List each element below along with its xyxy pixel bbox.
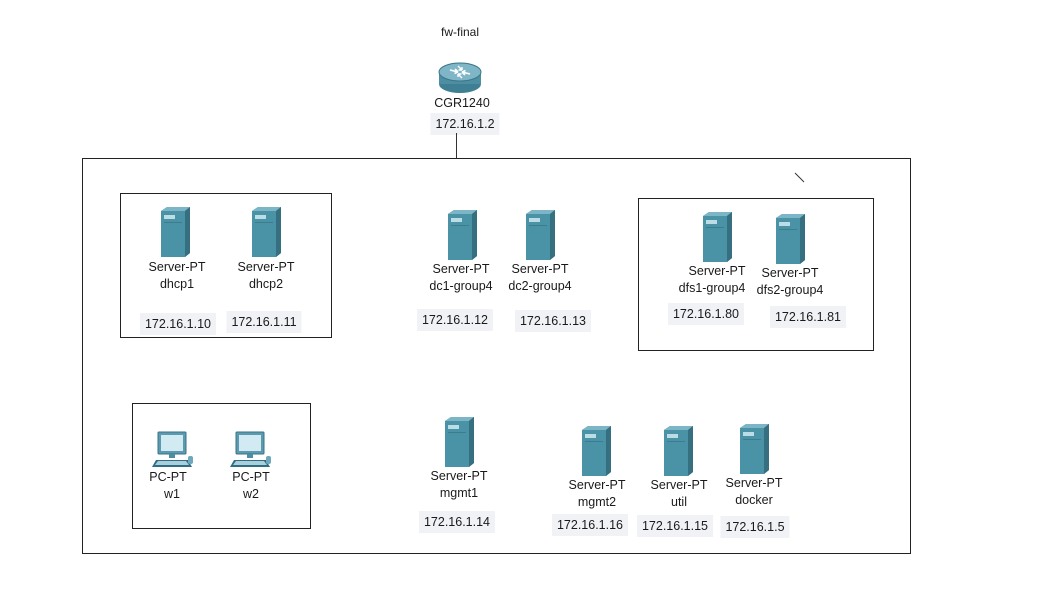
router-cgr1240[interactable]	[436, 60, 484, 96]
server-name-label: dc1-group4	[429, 279, 493, 293]
server-type-label: Server-PT	[761, 266, 819, 280]
server-type-label: Server-PT	[650, 478, 708, 492]
pc-w1[interactable]	[152, 431, 194, 469]
server-icon	[582, 426, 611, 476]
pc-type-label: PC-PT	[232, 470, 270, 484]
server-ip-label: 172.16.1.80	[667, 303, 745, 325]
server-icon	[161, 207, 190, 257]
server-name-label: util	[671, 495, 687, 509]
server-type-label: Server-PT	[511, 262, 569, 276]
server-ip-label: 172.16.1.14	[418, 511, 496, 533]
server-dc1[interactable]	[446, 209, 478, 261]
server-icon	[526, 210, 555, 260]
server-name-label: docker	[735, 493, 773, 507]
pc-icon	[230, 431, 271, 467]
server-ip-label: 172.16.1.15	[636, 515, 714, 537]
server-util[interactable]	[662, 425, 694, 477]
dfs-group-box[interactable]	[638, 198, 874, 351]
router-model-label: CGR1240	[434, 96, 490, 110]
server-name-label: dhcp2	[248, 277, 284, 291]
diagonal-mark	[794, 172, 805, 183]
server-name-label: mgmt1	[439, 486, 479, 500]
server-type-label: Server-PT	[688, 264, 746, 278]
server-type-label: Server-PT	[432, 262, 490, 276]
server-name-label: dfs1-group4	[678, 281, 746, 295]
server-ip-label: 172.16.1.10	[139, 313, 217, 335]
server-name-label: dhcp1	[159, 277, 195, 291]
router-icon	[438, 62, 482, 93]
server-icon	[448, 210, 477, 260]
server-docker[interactable]	[738, 423, 770, 475]
server-ip-label: 172.16.1.12	[416, 309, 494, 331]
server-dc2[interactable]	[524, 209, 556, 261]
server-icon	[740, 424, 769, 474]
server-type-label: Server-PT	[568, 478, 626, 492]
router-ip-label: 172.16.1.2	[430, 113, 500, 135]
pc-type-label: PC-PT	[149, 470, 187, 484]
server-icon	[445, 417, 474, 467]
server-dfs2[interactable]	[774, 213, 806, 265]
server-icon	[703, 212, 732, 262]
server-mgmt2[interactable]	[580, 425, 612, 477]
server-mgmt1[interactable]	[443, 416, 475, 468]
server-name-label: mgmt2	[577, 495, 617, 509]
server-dfs1[interactable]	[701, 211, 733, 263]
server-ip-label: 172.16.1.16	[551, 514, 629, 536]
pc-name-label: w1	[164, 487, 180, 501]
router-note-label: fw-final	[440, 25, 480, 39]
server-type-label: Server-PT	[430, 469, 488, 483]
server-icon	[664, 426, 693, 476]
server-ip-label: 172.16.1.13	[514, 310, 592, 332]
router-link	[456, 133, 457, 159]
server-name-label: dc2-group4	[508, 279, 572, 293]
server-ip-label: 172.16.1.11	[226, 311, 302, 333]
pc-icon	[152, 431, 193, 467]
server-type-label: Server-PT	[148, 260, 206, 274]
server-dhcp1[interactable]	[159, 206, 191, 258]
server-ip-label: 172.16.1.81	[769, 306, 847, 328]
pc-name-label: w2	[243, 487, 259, 501]
server-dhcp2[interactable]	[250, 206, 282, 258]
server-icon	[776, 214, 805, 264]
server-type-label: Server-PT	[237, 260, 295, 274]
server-ip-label: 172.16.1.5	[720, 516, 790, 538]
server-type-label: Server-PT	[725, 476, 783, 490]
pc-w2[interactable]	[230, 431, 272, 469]
server-icon	[252, 207, 281, 257]
server-name-label: dfs2-group4	[756, 283, 824, 297]
